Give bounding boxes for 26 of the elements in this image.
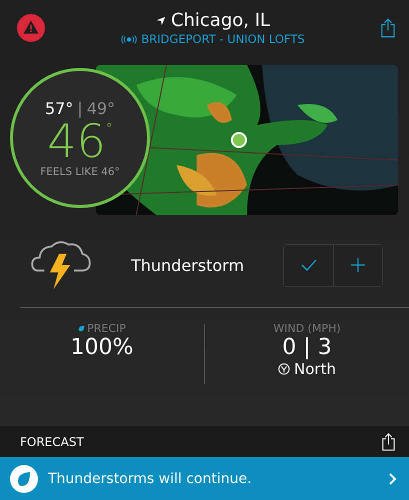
separator: |	[77, 98, 83, 118]
low-temperature: 49°	[86, 98, 116, 118]
raindrop-icon	[78, 325, 86, 332]
stat-label: WIND (MPH)	[273, 322, 341, 335]
wind-direction: North	[294, 360, 336, 378]
location-title[interactable]: Chicago, IL	[170, 10, 270, 31]
stat-value: 0 | 3	[282, 335, 332, 360]
current-temperature: 46$^{°}$	[47, 118, 113, 164]
broadcast-icon	[121, 34, 138, 44]
checkmark-icon	[300, 258, 316, 272]
plus-icon	[350, 258, 366, 272]
feels-like-text: FEELS LIKE 46°	[40, 166, 120, 178]
chevron-right-icon	[389, 472, 397, 484]
forecast-title: FORECAST	[20, 434, 84, 448]
high-temperature: 57°	[44, 98, 74, 118]
raindrop-icon	[10, 464, 38, 492]
station-name[interactable]: BRIDGEPORT - UNION LOFTS	[141, 32, 305, 46]
forecast-banner[interactable]: Thunderstorms will continue.	[0, 457, 409, 500]
location-arrow-icon	[156, 16, 166, 26]
check-button[interactable]	[284, 244, 333, 286]
compass-icon	[278, 363, 290, 375]
alert-icon[interactable]	[17, 14, 45, 42]
thunderstorm-icon	[30, 239, 92, 291]
stat-value: 100%	[70, 335, 134, 360]
stat-label: PRECIP	[87, 322, 126, 335]
condition-label: Thunderstorm	[130, 256, 246, 274]
